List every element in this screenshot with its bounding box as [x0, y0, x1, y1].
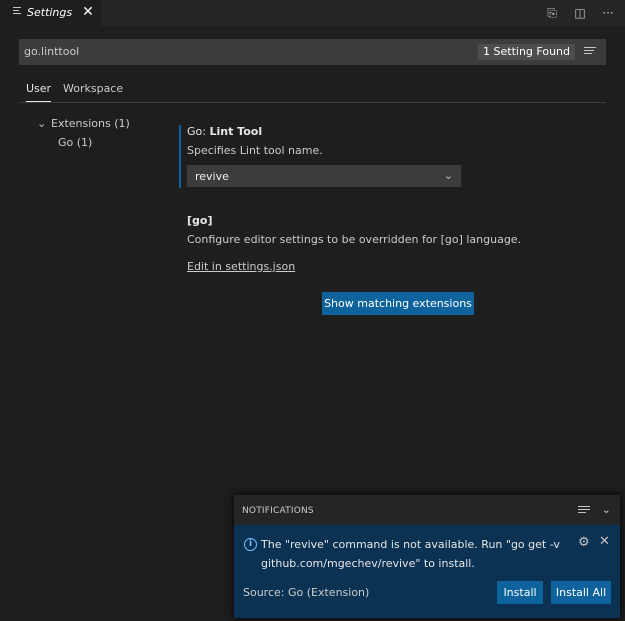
- chevron-down-icon[interactable]: ⌄: [602, 503, 611, 516]
- close-icon[interactable]: ✕: [80, 4, 96, 20]
- notification-item: i The "revive" command is not available.…: [234, 525, 620, 618]
- chevron-down-icon: ⌄: [37, 117, 47, 130]
- clear-all-icon[interactable]: [578, 506, 590, 516]
- scope-tabs: User Workspace: [19, 78, 606, 103]
- focus-indicator: [179, 125, 181, 188]
- editor-actions: ⎘ ◫ ···: [543, 4, 617, 22]
- split-editor-icon[interactable]: ◫: [571, 4, 589, 22]
- settings-editor: Settings ✕ ⎘ ◫ ··· go.linttool 1 Setting…: [0, 0, 625, 621]
- more-actions-icon[interactable]: ···: [599, 4, 617, 22]
- tab-title: Settings: [27, 6, 73, 19]
- setting-name: Lint Tool: [209, 125, 263, 138]
- tab-bar: Settings ✕ ⎘ ◫ ···: [0, 0, 625, 26]
- open-settings-json-icon[interactable]: ⎘: [543, 4, 561, 22]
- search-input[interactable]: go.linttool 1 Setting Found: [19, 39, 606, 65]
- filter-icon[interactable]: [584, 47, 596, 57]
- install-all-button[interactable]: Install All: [551, 581, 611, 604]
- info-icon: i: [244, 538, 257, 551]
- notifications-header: NOTIFICATIONS ⌄: [234, 495, 620, 525]
- language-section-title: [go]: [187, 214, 213, 227]
- tab-workspace[interactable]: Workspace: [63, 82, 123, 95]
- setting-title: Go: Lint Tool: [187, 125, 262, 138]
- toc-item-extensions[interactable]: ⌄ Extensions (1): [37, 117, 130, 130]
- lint-tool-select[interactable]: revive ⌄: [187, 165, 461, 187]
- result-count-badge: 1 Setting Found: [478, 44, 575, 60]
- settings-file-icon: [13, 7, 21, 17]
- notification-source: Source: Go (Extension): [243, 586, 370, 599]
- language-section-description: Configure editor settings to be overridd…: [187, 233, 522, 246]
- gear-icon[interactable]: ⚙: [578, 535, 590, 550]
- close-icon[interactable]: ✕: [599, 534, 610, 549]
- tab-settings[interactable]: Settings ✕: [0, 0, 101, 26]
- toc-extensions-label: Extensions (1): [51, 117, 130, 130]
- tab-user[interactable]: User: [26, 82, 52, 102]
- toc-item-go[interactable]: Go (1): [58, 136, 92, 149]
- chevron-down-icon: ⌄: [443, 169, 453, 182]
- edit-in-settings-json-link[interactable]: Edit in settings.json: [187, 260, 295, 273]
- notification-message: The "revive" command is not available. R…: [261, 538, 560, 570]
- show-matching-extensions-button[interactable]: Show matching extensions: [322, 292, 474, 315]
- install-button[interactable]: Install: [497, 581, 543, 604]
- search-value: go.linttool: [24, 45, 80, 58]
- select-value: revive: [195, 170, 229, 183]
- notifications-title: NOTIFICATIONS: [242, 506, 314, 516]
- notifications-panel: NOTIFICATIONS ⌄ i The "revive" command i…: [234, 495, 620, 618]
- setting-description: Specifies Lint tool name.: [187, 144, 323, 157]
- setting-category: Go:: [187, 125, 210, 138]
